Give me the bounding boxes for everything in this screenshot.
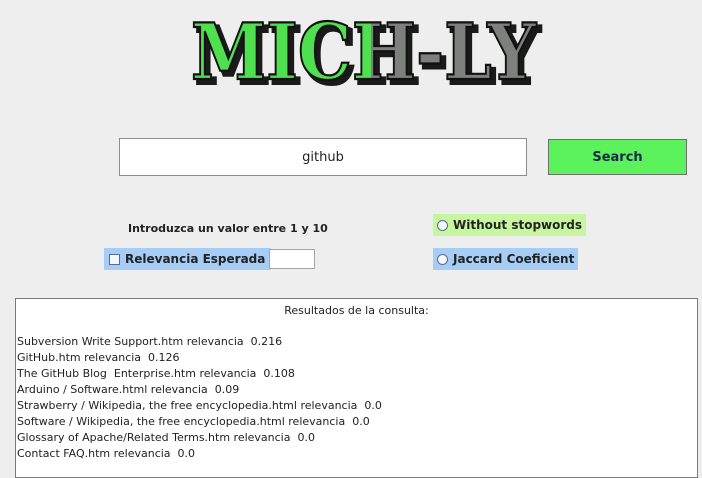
result-line: Glossary of Apache/Related Terms.htm rel…: [17, 431, 315, 444]
logo-text: MICH-LY: [191, 7, 537, 98]
radio-icon[interactable]: [437, 253, 448, 265]
relevance-value-field[interactable]: [269, 249, 315, 269]
without-stopwords-radio[interactable]: Without stopwords: [433, 214, 587, 236]
logo-graphic: MICH-LY MICH-LY: [190, 6, 543, 104]
relevance-checkbox-label: Relevancia Esperada: [125, 252, 266, 266]
results-title: Resultados de la consulta:: [284, 304, 429, 317]
result-line: GitHub.htm relevancia 0.126: [17, 351, 180, 364]
checkbox-icon[interactable]: [109, 253, 120, 265]
radio-icon[interactable]: [437, 219, 448, 231]
jaccard-label: Jaccard Coeficient: [453, 252, 575, 266]
without-stopwords-label: Without stopwords: [453, 218, 583, 232]
result-line: Subversion Write Support.htm relevancia …: [17, 335, 283, 348]
result-line: Strawberry / Wikipedia, the free encyclo…: [17, 399, 382, 412]
result-line: The GitHub Blog Enterprise.htm relevanci…: [17, 367, 295, 380]
result-line: Contact FAQ.htm relevancia 0.0: [17, 447, 196, 460]
relevance-hint: Introduzca un valor entre 1 y 10: [128, 222, 328, 235]
search-input[interactable]: [119, 138, 527, 176]
search-button[interactable]: Search: [548, 139, 687, 175]
jaccard-radio[interactable]: Jaccard Coeficient: [433, 248, 579, 270]
result-line: Arduino / Software.html relevancia 0.09: [17, 383, 240, 396]
results-area[interactable]: Resultados de la consulta: Subversion Wr…: [15, 298, 698, 478]
app-logo: MICH-LY MICH-LY: [180, 0, 560, 104]
result-line: Software / Wikipedia, the free encyclope…: [17, 415, 370, 428]
relevance-checkbox[interactable]: Relevancia Esperada: [104, 248, 272, 270]
